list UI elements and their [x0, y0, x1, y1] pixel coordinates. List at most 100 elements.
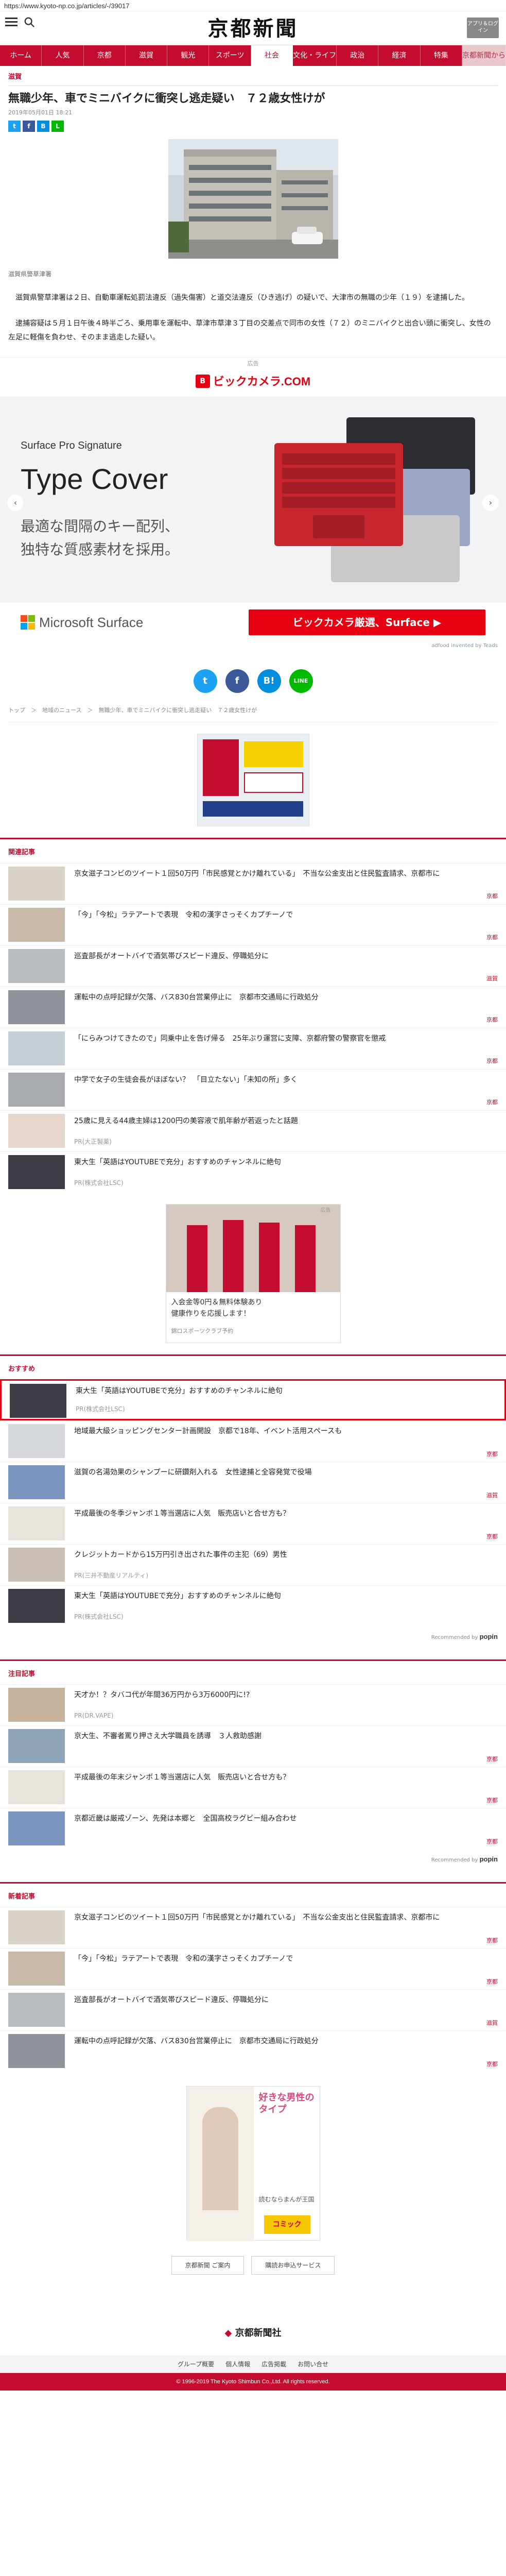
main-nav: ホーム 人気 京都 滋賀 観光 スポーツ 社会 文化・ライフ 政治 経済 特集 … — [0, 45, 506, 66]
footer-nav-item[interactable]: 個人情報 — [225, 2360, 250, 2369]
article-datetime: 2019年05月01日 18:21 — [8, 109, 73, 116]
footer-nav: グループ概要 個人情報 広告掲載 お問い合せ — [0, 2355, 506, 2374]
list-item[interactable]: 運転中の点呼記録が欠落、バス830台営業停止に 京都市交通局に行政処分 京都 — [0, 2030, 506, 2072]
line-share-icon[interactable]: LINE — [289, 669, 313, 693]
list-item[interactable]: 巡査部長がオートバイで酒気帯びスピード違反、停職処分に 滋賀 — [0, 945, 506, 987]
list-item[interactable]: 巡査部長がオートバイで酒気帯びスピード違反、停職処分に 滋賀 — [0, 1989, 506, 2030]
recommend-heading: おすすめ — [8, 1365, 36, 1373]
ad-choice-text[interactable]: adfood invented by Teads — [0, 642, 506, 650]
nav-society[interactable]: 社会 — [251, 45, 293, 66]
twitter-share-icon[interactable]: t — [193, 669, 217, 693]
list-item[interactable]: 運転中の点呼記録が欠落、バス830台営業停止に 京都市交通局に行政処分 京都 — [0, 986, 506, 1028]
nav-shiga[interactable]: 滋賀 — [126, 45, 168, 66]
list-item[interactable]: 「今」「今松」ラテアートで表現 令和の漢字さっそくカプチーノで 京都 — [0, 904, 506, 945]
list-item[interactable]: 25歳に見える44歳主婦は1200円の美容液で肌年齢が若返ったと話題 PR(大正製… — [0, 1110, 506, 1151]
display-ad[interactable]: 広告 B ビックカメラ.COM ‹ › Surface Pro Signatur… — [0, 357, 506, 656]
article-thumbnail — [10, 1384, 66, 1418]
list-item[interactable]: 東大生「英語はYOUTUBEで充分」おすすめのチャンネルに絶句 PR(株式会社LS… — [0, 1379, 506, 1421]
article-thumbnail — [8, 1113, 65, 1148]
twitter-share-icon[interactable]: t — [8, 120, 21, 132]
share-row-large: t f B! LINE — [0, 656, 506, 706]
attention-articles: 注目記事 天才か！？タバコ代が年間36万円から3万6000円に!? PR(DR.V… — [0, 1659, 506, 1872]
popin-credit[interactable]: Recommended by popin — [0, 1849, 506, 1872]
fitness-ad-sub: 錦ロスポーツクラブ予約 — [171, 1327, 234, 1334]
item-pr-label: PR(株式会社LSC) — [74, 1179, 124, 1187]
list-item[interactable]: 東大生「英語はYOUTUBEで充分」おすすめのチャンネルに絶句 PR(株式会社LS… — [0, 1151, 506, 1193]
list-item[interactable]: 滋賀の名湯効果のシャンプーに研鑽剤入れる 女性逮捕と全容発覚で役場 滋賀 — [0, 1462, 506, 1503]
footer-subscribe-link[interactable]: 購読お申込サービス — [251, 2256, 335, 2275]
line-share-icon[interactable]: L — [51, 120, 64, 132]
list-item[interactable]: 京大生、不審者罵り押さえ大学職員を誘導 ３人救助感謝 京都 — [0, 1725, 506, 1767]
nav-sports[interactable]: スポーツ — [209, 45, 251, 66]
app-login-button[interactable]: アプリ＆ログイン — [467, 18, 499, 38]
article-paragraph: 滋賀県警草津署は２日、自動車運転処罰法違反（過失傷害）と道交法違反（ひき逃げ）の… — [15, 293, 469, 302]
attention-heading: 注目記事 — [8, 1670, 36, 1678]
facebook-share-icon[interactable]: f — [23, 120, 35, 132]
list-item[interactable]: クレジットカードから15万円引き出された事件の主犯（69）男性 PR(三井不動産リ… — [0, 1544, 506, 1585]
article-thumbnail — [8, 990, 65, 1024]
sidebar-ad[interactable] — [197, 734, 309, 827]
footer-nav-item[interactable]: 広告掲載 — [261, 2360, 286, 2369]
article-section-label[interactable]: 滋賀 — [8, 66, 498, 86]
list-item[interactable]: 平成最後の冬季ジャンボ１等当選店に人気 販売店いと合せ方も？ 京都 — [0, 1503, 506, 1544]
item-title: 滋賀の名湯効果のシャンプーに研鑽剤入れる 女性逮捕と全容発覚で役場 — [74, 1468, 312, 1477]
popin-credit[interactable]: Recommended by popin — [0, 1626, 506, 1649]
facebook-share-icon[interactable]: f — [225, 669, 249, 693]
list-item[interactable]: 地域最大級ショッピングセンター計画開設 京都で18年、イベント活用スペースも 京都 — [0, 1420, 506, 1462]
nav-culture[interactable]: 文化・ライフ — [293, 45, 337, 66]
breadcrumb[interactable]: トップ ＞ 地域のニュース ＞ 無職少年、車でミニバイクに衝突し逃走疑い ７２歳… — [8, 706, 498, 723]
list-item[interactable]: 東大生「英語はYOUTUBEで充分」おすすめのチャンネルに絶句 PR(株式会社LS… — [0, 1585, 506, 1626]
footer-nav-item[interactable]: お問い合せ — [298, 2360, 328, 2369]
list-item[interactable]: 京都近畿は厳戒ゾーン、先発は本郷と 全国高校ラグビー組み合わせ 京都 — [0, 1808, 506, 1849]
list-item[interactable]: 京女滋子コンビのツイート１回50万円「市民感覚とかけ離れている」 不当な公金支出… — [0, 862, 506, 904]
item-category: 京都 — [486, 1058, 498, 1065]
footer-logo-icon: ◆ — [224, 2328, 232, 2339]
nav-popular[interactable]: 人気 — [42, 45, 84, 66]
ad-footer: Microsoft Surface ビックカメラ厳選、Surface ▶ — [0, 603, 506, 642]
item-category: 京都 — [486, 893, 498, 900]
nav-kyoto[interactable]: 京都 — [84, 45, 126, 66]
footer-logo[interactable]: ◆ 京都新聞社 — [0, 2311, 506, 2355]
list-item[interactable]: 「今」「今松」ラテアートで表現 令和の漢字さっそくカプチーノで 京都 — [0, 1948, 506, 1989]
share-row-small: t f B L — [8, 117, 498, 137]
nav-features[interactable]: 特集 — [421, 45, 462, 66]
footer-guide-link[interactable]: 京都新聞 ご案内 — [171, 2256, 245, 2275]
ad-brand[interactable]: B ビックカメラ.COM — [0, 370, 506, 393]
powered-by-text: Recommended by — [431, 1635, 478, 1641]
nav-home[interactable]: ホーム — [0, 45, 42, 66]
item-category: 京都 — [486, 1838, 498, 1845]
nav-economy[interactable]: 経済 — [378, 45, 421, 66]
site-logo[interactable]: 京都新聞 — [0, 16, 506, 41]
nav-tourism[interactable]: 観光 — [167, 45, 210, 66]
article-thumbnail — [8, 1548, 65, 1582]
article-thumbnail — [8, 866, 65, 901]
list-item[interactable]: 天才か！？タバコ代が年間36万円から3万6000円に!? PR(DR.VAPE) — [0, 1684, 506, 1725]
ad-banner[interactable]: ‹ › Surface Pro Signature Type Cover 最適な… — [0, 397, 506, 603]
fitness-ad[interactable]: 広告 入会金等0円＆無料体験あり 健康作りを応援します！ 錦ロスポーツクラブ予約 — [165, 1204, 341, 1343]
item-category: 滋賀 — [486, 975, 498, 982]
article-thumbnail — [8, 2034, 65, 2069]
keyboard-product-image — [274, 417, 475, 583]
list-item[interactable]: 中学で女子の生徒会長がほぼない？ 「目立たない」「未知の所」多く 京都 — [0, 1069, 506, 1110]
list-item[interactable]: 「にらみつけてきたので」同乗中止を告げ帰る 25年ぶり運営に支障、京都府警の警察… — [0, 1027, 506, 1069]
nav-politics[interactable]: 政治 — [337, 45, 379, 66]
hatena-share-icon[interactable]: B! — [257, 669, 281, 693]
nav-from-kyoto-shimbun[interactable]: 京都新聞から — [462, 45, 506, 66]
ad-brand-name: ビックカメラ.COM — [213, 375, 311, 388]
hatena-share-icon[interactable]: B — [37, 120, 49, 132]
ad-cta-button[interactable]: ビックカメラ厳選、Surface ▶ — [249, 609, 485, 636]
item-title: 運転中の点呼記録が欠落、バス830台営業停止に 京都市交通局に行政処分 — [74, 2037, 319, 2046]
manga-ad[interactable]: 好きな男性のタイプ 読むならまんが王国 コミック — [186, 2086, 320, 2242]
fitness-ad-line: 健康作りを応援します！ — [171, 1309, 251, 1318]
list-item[interactable]: 京女滋子コンビのツイート１回50万円「市民感覚とかけ離れている」 不当な公金支出… — [0, 1907, 506, 1948]
ad-title: Type Cover — [21, 463, 168, 496]
article-photo — [168, 139, 338, 262]
article-body: 滋賀県警草津署は２日、自動車運転処罰法違反（過失傷害）と道交法違反（ひき逃げ）の… — [8, 291, 498, 345]
list-item[interactable]: 平成最後の年末ジャンボ１等当選店に人気 販売店いと合せ方も？ 京都 — [0, 1767, 506, 1808]
article-thumbnail — [8, 1952, 65, 1986]
footer-nav-item[interactable]: グループ概要 — [178, 2360, 214, 2369]
ad-subtitle: Surface Pro Signature — [21, 440, 122, 452]
ad-next-arrow-icon[interactable]: › — [482, 495, 499, 512]
article-thumbnail — [8, 1424, 65, 1459]
address-bar[interactable]: https://www.kyoto-np.co.jp/articles/-/39… — [0, 0, 506, 11]
